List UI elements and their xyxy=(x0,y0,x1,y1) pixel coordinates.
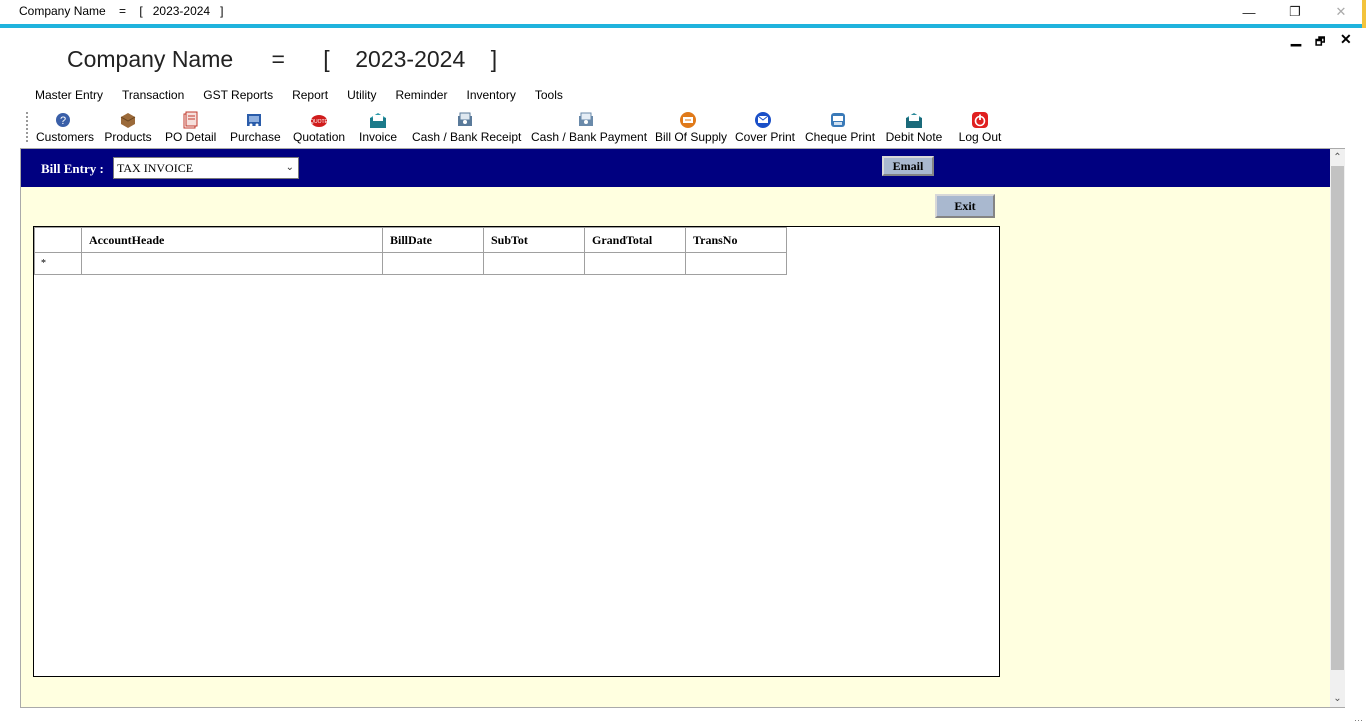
bill-of-supply-button[interactable]: Bill Of Supply xyxy=(655,110,727,146)
quotation-icon: QUOTE xyxy=(310,115,328,127)
cheque-print-icon xyxy=(831,113,845,127)
products-icon xyxy=(120,113,136,128)
invoice-icon xyxy=(370,113,386,128)
cash-bank-receipt-button[interactable]: Cash / Bank Receipt xyxy=(412,110,521,146)
email-button[interactable]: Email xyxy=(882,156,934,176)
cell-transno[interactable] xyxy=(685,252,787,275)
bill-entry-form: Bill Entry : TAX INVOICE ⌄ Email Exit Ac… xyxy=(20,148,1345,708)
cover-print-icon xyxy=(755,112,771,128)
scroll-thumb[interactable] xyxy=(1331,166,1344,670)
titlebar-accent-corner xyxy=(1362,0,1366,28)
menu-inventory[interactable]: Inventory xyxy=(459,86,522,104)
bill-grid[interactable]: AccountHeade BillDate SubTot GrandTotal … xyxy=(33,226,1000,677)
cart-icon xyxy=(247,114,261,127)
toolbar-grip[interactable] xyxy=(26,112,30,142)
receipt-icon xyxy=(458,112,472,126)
scroll-down-icon[interactable]: ⌄ xyxy=(1330,690,1345,707)
menu-transaction[interactable]: Transaction xyxy=(115,86,191,104)
form-header: Bill Entry : TAX INVOICE ⌄ Email xyxy=(21,149,1331,187)
window-titlebar: Company Name = [ 2023-2024 ] — ❐ ✕ xyxy=(0,0,1366,24)
close-button[interactable]: ✕ xyxy=(1318,0,1364,24)
bill-type-value: TAX INVOICE xyxy=(117,161,194,175)
menu-gst-reports[interactable]: GST Reports xyxy=(196,86,280,104)
svg-text:QUOTE: QUOTE xyxy=(310,119,328,125)
invoice-button[interactable]: Invoice xyxy=(358,110,398,146)
power-icon xyxy=(972,112,988,128)
svg-text:?: ? xyxy=(60,115,66,127)
column-header-grandtotal[interactable]: GrandTotal xyxy=(584,227,686,253)
cell-subtot[interactable] xyxy=(483,252,585,275)
debit-note-icon xyxy=(906,113,922,128)
bill-type-select[interactable]: TAX INVOICE ⌄ xyxy=(113,157,299,179)
products-button[interactable]: Products xyxy=(104,110,152,146)
menu-utility[interactable]: Utility xyxy=(340,86,383,104)
column-header-subtot[interactable]: SubTot xyxy=(483,227,585,253)
debit-note-button[interactable]: Debit Note xyxy=(885,110,943,146)
resize-grip-icon[interactable]: ⋯ xyxy=(1354,715,1363,726)
log-out-button[interactable]: Log Out xyxy=(958,110,1002,146)
menu-tools[interactable]: Tools xyxy=(528,86,570,104)
customers-icon: ? xyxy=(56,113,70,127)
payment-icon xyxy=(579,112,593,126)
cell-billdate[interactable] xyxy=(382,252,484,275)
titlebar-accent xyxy=(0,24,1366,28)
column-header-accounthead[interactable]: AccountHeade xyxy=(81,227,383,253)
customers-button[interactable]: ? Customers xyxy=(36,110,94,146)
quotation-button[interactable]: QUOTE Quotation xyxy=(293,110,345,146)
menu-bar: Master Entry Transaction GST Reports Rep… xyxy=(28,86,575,104)
maximize-button[interactable]: ❐ xyxy=(1272,0,1318,24)
menu-master-entry[interactable]: Master Entry xyxy=(28,86,110,104)
vertical-scrollbar[interactable]: ⌃ ⌄ xyxy=(1330,149,1345,707)
company-title: Company Name = [ 2023-2024 ] xyxy=(67,46,498,72)
purchase-button[interactable]: Purchase xyxy=(230,110,281,146)
po-detail-button[interactable]: PO Detail xyxy=(165,110,216,146)
mdi-restore-button[interactable]: 🗗 xyxy=(1315,33,1325,52)
table-row-new[interactable]: * xyxy=(34,252,787,275)
bill-of-supply-icon xyxy=(680,112,696,128)
cash-bank-payment-button[interactable]: Cash / Bank Payment xyxy=(531,110,647,146)
table-header-row: AccountHeade BillDate SubTot GrandTotal … xyxy=(34,227,787,253)
row-header-corner xyxy=(34,227,82,253)
chevron-down-icon: ⌄ xyxy=(285,162,294,173)
column-header-billdate[interactable]: BillDate xyxy=(382,227,484,253)
po-detail-icon xyxy=(183,111,198,129)
new-row-marker: * xyxy=(34,252,82,275)
bill-entry-label: Bill Entry : xyxy=(41,161,104,176)
menu-report[interactable]: Report xyxy=(285,86,335,104)
cell-accounthead[interactable] xyxy=(81,252,383,275)
cheque-print-button[interactable]: Cheque Print xyxy=(805,110,875,146)
window-title: Company Name = [ 2023-2024 ] xyxy=(19,4,224,18)
bill-table: AccountHeade BillDate SubTot GrandTotal … xyxy=(34,227,787,275)
mdi-minimize-button[interactable]: ▁ xyxy=(1291,31,1301,47)
mdi-close-button[interactable]: ✕ xyxy=(1340,31,1352,48)
exit-button[interactable]: Exit xyxy=(935,194,995,218)
cell-grandtotal[interactable] xyxy=(584,252,686,275)
cover-print-button[interactable]: Cover Print xyxy=(735,110,795,146)
column-header-transno[interactable]: TransNo xyxy=(685,227,787,253)
scroll-up-icon[interactable]: ⌃ xyxy=(1330,149,1345,166)
menu-reminder[interactable]: Reminder xyxy=(388,86,454,104)
minimize-button[interactable]: — xyxy=(1226,0,1272,24)
